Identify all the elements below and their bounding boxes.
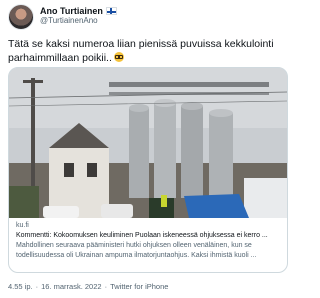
link-card-title: Kommentti: Kokoomuksen keuliminen Puolaa…: [16, 232, 268, 239]
nerd-face-glasses-icon: [113, 52, 124, 62]
author-avatar[interactable]: [8, 4, 34, 30]
link-card-domain: ku.fi: [16, 222, 29, 229]
link-card-image[interactable]: [9, 68, 287, 218]
tweet-meta: 4.55 ip. · 16. marrask. 2022 · Twitter f…: [8, 282, 168, 291]
link-card-body[interactable]: ku.fi Kommentti: Kokoomuksen keuliminen …: [9, 218, 287, 264]
link-card-description: Mahdollinen seuraava pääministeri hutki …: [16, 242, 257, 259]
finland-flag-icon: [105, 7, 117, 16]
link-card[interactable]: ku.fi Kommentti: Kokoomuksen keuliminen …: [8, 67, 288, 273]
tweet-time[interactable]: 4.55 ip.: [8, 282, 33, 291]
meta-separator: ·: [104, 282, 108, 291]
meta-separator: ·: [35, 282, 39, 291]
author-info: Ano Turtiainen @TurtiainenAno: [40, 4, 117, 26]
tweet-date[interactable]: 16. marrask. 2022: [41, 282, 101, 291]
tweet-text-body: Tätä se kaksi numeroa liian pienissä puv…: [8, 38, 277, 64]
author-name-row[interactable]: Ano Turtiainen: [40, 6, 117, 16]
author-display-name[interactable]: Ano Turtiainen: [40, 6, 103, 16]
tweet-header: Ano Turtiainen @TurtiainenAno: [8, 4, 117, 34]
tweet-source[interactable]: Twitter for iPhone: [110, 282, 168, 291]
author-handle[interactable]: @TurtiainenAno: [40, 16, 117, 25]
tweet-text: Tätä se kaksi numeroa liian pienissä puv…: [8, 37, 288, 65]
